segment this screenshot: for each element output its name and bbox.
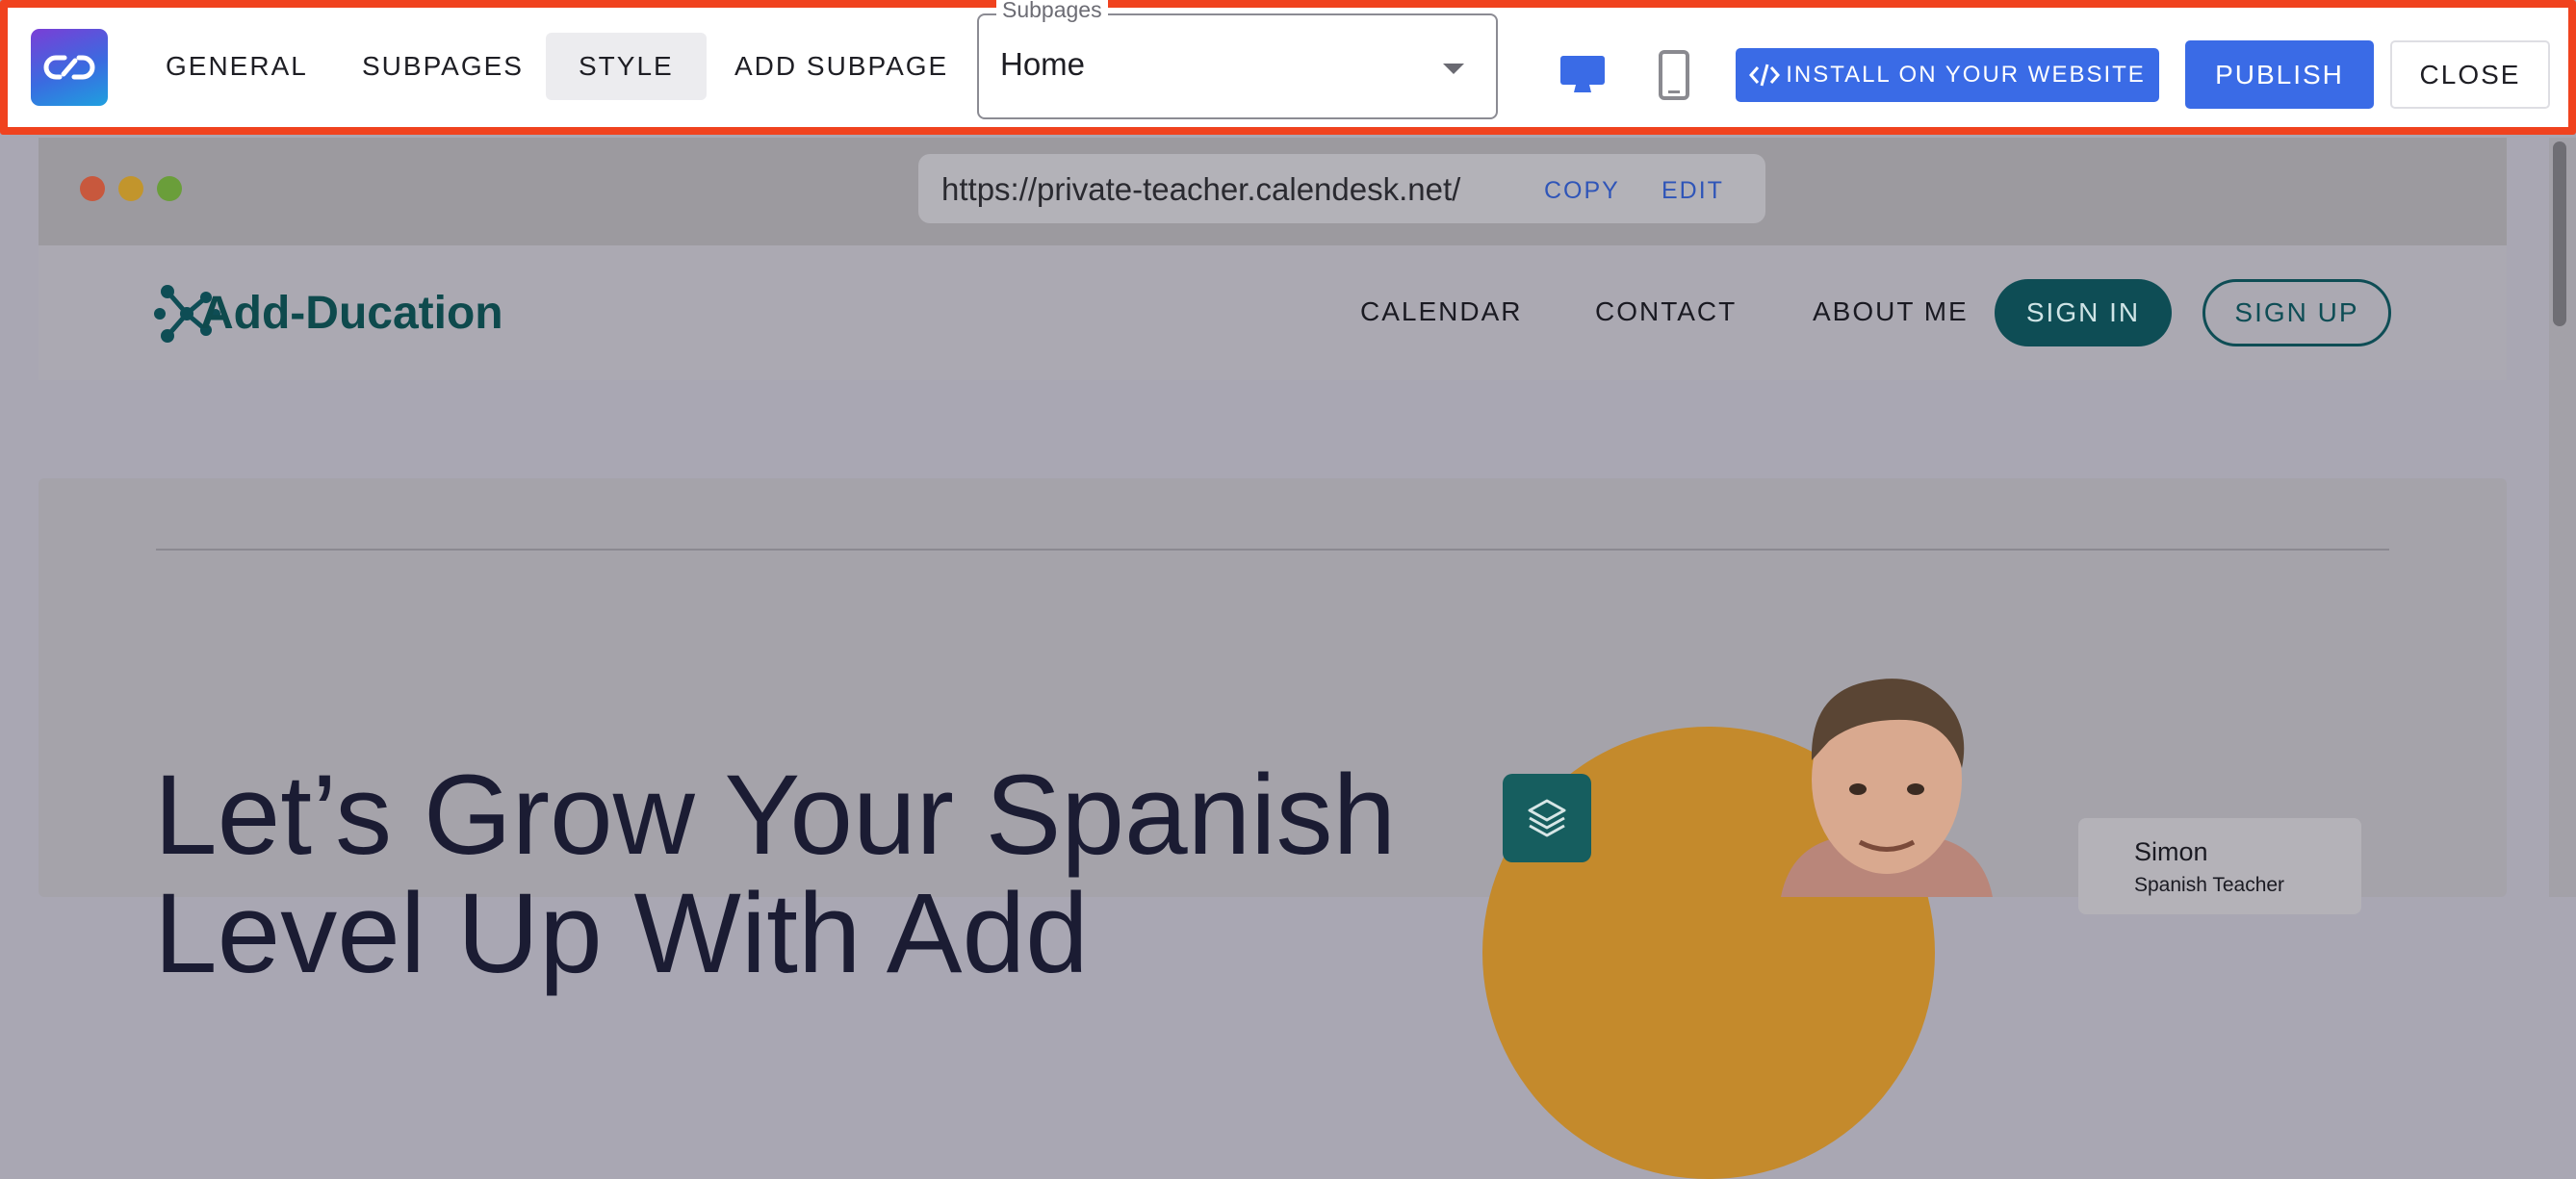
hero-title-line-2[interactable]: Level Up With Add [154,871,1089,996]
scrollbar-thumb[interactable] [2553,141,2566,326]
desktop-icon[interactable] [1558,50,1607,98]
nav-about-me[interactable]: ABOUT ME [1813,296,1969,327]
app-logo[interactable] [31,29,108,106]
link-logo-icon [43,55,95,80]
tab-add-subpage[interactable]: ADD SUBPAGE [702,33,981,100]
teacher-role: Spanish Teacher [2134,874,2285,896]
subpages-select-label: Subpages [996,0,1108,23]
teacher-photo [1752,654,2022,897]
brand-name[interactable]: Add-Ducation [200,287,503,340]
sign-in-button[interactable]: SIGN IN [1995,279,2172,346]
tab-general[interactable]: GENERAL [133,33,341,100]
install-on-website-button[interactable]: INSTALL ON YOUR WEBSITE [1736,48,2159,102]
publish-button[interactable]: PUBLISH [2185,40,2374,109]
divider [156,549,2389,551]
layers-button[interactable] [1503,774,1591,862]
window-close-dot [80,176,105,201]
code-icon [1749,64,1781,87]
editor-toolbar: GENERAL SUBPAGES STYLE ADD SUBPAGE Subpa… [0,0,2576,135]
close-button[interactable]: CLOSE [2390,40,2550,109]
tab-subpages[interactable]: SUBPAGES [329,33,556,100]
subpages-select-value: Home [1000,46,1086,82]
subpages-select[interactable]: Subpages Home [977,0,1498,119]
mobile-icon[interactable] [1657,50,1691,100]
sign-up-button[interactable]: SIGN UP [2202,279,2391,346]
hero-title[interactable]: Let’s Grow Your Spanish [154,753,1396,878]
window-maximize-dot [157,176,182,201]
url-text: https://private-teacher.calendesk.net/ [941,171,1461,207]
teacher-name: Simon [2134,837,2208,866]
nav-contact[interactable]: CONTACT [1595,296,1737,327]
edit-url-button[interactable]: EDIT [1662,177,1724,205]
install-label: INSTALL ON YOUR WEBSITE [1786,62,2146,88]
window-minimize-dot [118,176,143,201]
layers-icon [1528,799,1566,837]
chevron-down-icon [1443,64,1464,74]
copy-url-button[interactable]: COPY [1544,177,1620,205]
tab-style[interactable]: STYLE [546,33,707,100]
url-bar: https://private-teacher.calendesk.net/ C… [918,154,1765,223]
teacher-name-card: Simon Spanish Teacher [2078,818,2361,914]
nav-calendar[interactable]: CALENDAR [1360,296,1522,327]
